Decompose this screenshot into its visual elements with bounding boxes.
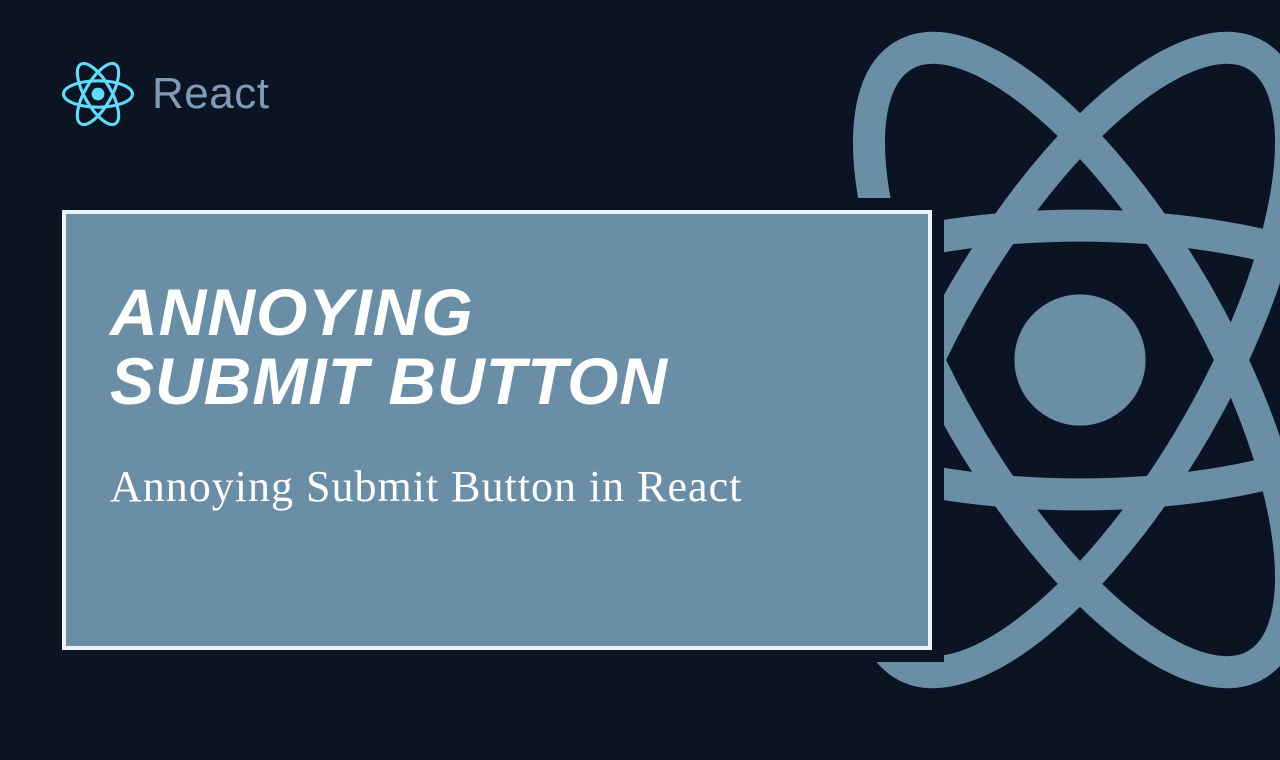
react-logo-text: React [152,69,269,119]
react-logo-row: React [62,58,269,130]
card-title-line2: SUBMIT BUTTON [110,347,884,416]
card-title-line1: ANNOYING [110,278,884,347]
react-logo-icon [62,58,134,130]
title-card: ANNOYING SUBMIT BUTTON Annoying Submit B… [62,210,932,650]
card-subtitle: Annoying Submit Button in React [110,461,884,512]
